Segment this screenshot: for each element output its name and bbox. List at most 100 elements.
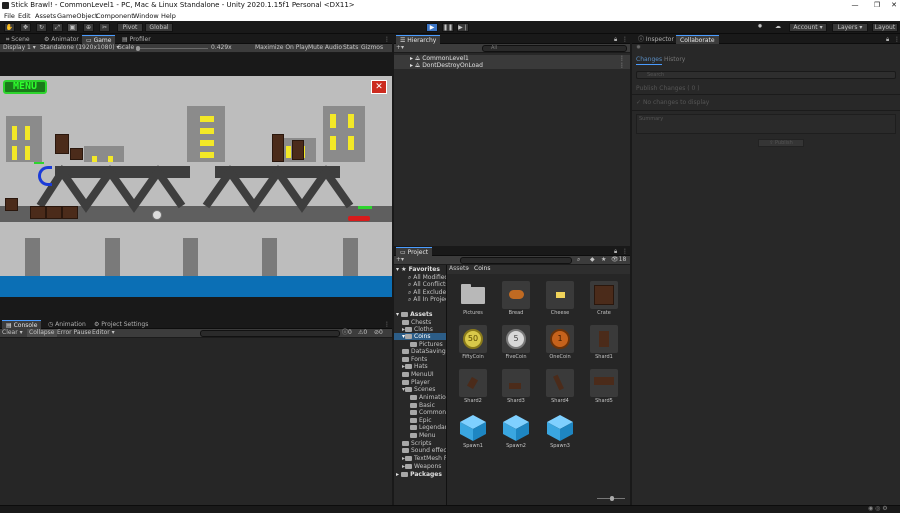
clear-button[interactable]: Clear ▾ <box>2 329 23 337</box>
menu-assets[interactable]: Assets <box>35 11 56 21</box>
collab-icon[interactable]: ✹ <box>755 23 765 32</box>
hierarchy-add-button[interactable]: +▾ <box>396 44 404 52</box>
publish-button[interactable]: ⇪ Publish <box>758 139 804 147</box>
asset-fiftycoin[interactable]: 50 FiftyCoin <box>456 325 490 361</box>
resolution-dropdown[interactable]: Standalone (1920x1080) ▾ <box>40 44 120 52</box>
error-pause-toggle[interactable]: Error Pause <box>57 329 91 337</box>
asset-crate[interactable]: Crate <box>587 281 621 317</box>
favorite-all-in-project[interactable]: ⌕ All In Project <box>408 296 451 303</box>
folder-sound-effects[interactable]: Sound effects <box>402 447 452 454</box>
layers-dropdown[interactable]: Layers ▾ <box>832 23 868 32</box>
asset-spawn1[interactable]: Spawn1 <box>456 414 490 450</box>
pause-button[interactable]: ❚❚ <box>442 23 454 32</box>
tab-inspector[interactable]: ⓘ Inspector <box>634 35 678 44</box>
mute-audio-toggle[interactable]: Mute Audio <box>308 44 342 52</box>
menu-file[interactable]: File <box>4 11 15 21</box>
menu-component[interactable]: Component <box>96 11 134 21</box>
status-icons[interactable]: ◉ ◎ ⚙ <box>868 505 888 513</box>
tab-animator[interactable]: ⚙ Animator <box>40 35 83 44</box>
game-close-button[interactable]: ✕ <box>371 80 387 94</box>
pivot-toggle[interactable]: Pivot <box>117 23 143 32</box>
folder-player[interactable]: Player <box>402 379 430 386</box>
scale-slider[interactable] <box>136 48 208 49</box>
asset-fivecoin[interactable]: 5 FiveCoin <box>499 325 533 361</box>
cloud-icon[interactable]: ☁ <box>773 23 783 32</box>
filter-type-icon[interactable]: ⌕ <box>577 256 580 264</box>
error-count[interactable]: ⊘0 <box>374 329 383 337</box>
project-search-input[interactable] <box>460 257 572 264</box>
asset-shard1[interactable]: Shard1 <box>587 325 621 361</box>
favorite-icon[interactable]: ★ <box>601 256 606 264</box>
folder-cloths[interactable]: ▸ Cloths <box>402 326 433 333</box>
asset-cheese[interactable]: Cheese <box>543 281 577 317</box>
assets-root[interactable]: ▾ Assets <box>396 311 432 318</box>
scale-slider-handle[interactable] <box>136 46 140 51</box>
folder-menu[interactable]: Menu <box>410 432 435 439</box>
maximize-button[interactable]: ❐ <box>868 0 886 11</box>
display-dropdown[interactable]: Display 1 ▾ <box>3 44 36 52</box>
transform-tool-icon[interactable]: ⊕ <box>83 23 94 32</box>
favorite-all-conflicts[interactable]: ⌕ All Conflicts <box>408 281 449 288</box>
play-button[interactable]: ▶ <box>426 23 438 32</box>
folder-basic[interactable]: Basic <box>410 402 435 409</box>
close-window-button[interactable]: ✕ <box>885 0 900 11</box>
asset-onecoin[interactable]: 1 OneCoin <box>543 325 577 361</box>
folder-fonts[interactable]: Fonts <box>402 356 427 363</box>
hidden-packages-icon[interactable]: 👁︎18 <box>611 256 626 264</box>
maximize-on-play-toggle[interactable]: Maximize On Play <box>255 44 308 52</box>
global-toggle[interactable]: Global <box>145 23 173 32</box>
tab-game[interactable]: ▭ Game <box>82 35 116 44</box>
asset-shard2[interactable]: Shard2 <box>456 369 490 405</box>
folder-legendary[interactable]: Legendary <box>410 424 451 431</box>
asset-bread[interactable]: Bread <box>499 281 533 317</box>
step-button[interactable]: ▶❘ <box>457 23 469 32</box>
favorite-all-modified[interactable]: ⌕ All Modified <box>408 274 448 281</box>
asset-pictures[interactable]: Pictures <box>456 281 490 317</box>
scene-menu-icon[interactable]: ⋮ <box>619 62 625 69</box>
breadcrumb-coins[interactable]: Coins <box>474 265 490 273</box>
project-menu-icon[interactable]: ⋮ <box>618 247 632 256</box>
asset-shard3[interactable]: Shard3 <box>499 369 533 405</box>
tab-scene[interactable]: ⌗ Scene <box>2 35 34 44</box>
rotate-tool-icon[interactable]: ↻ <box>36 23 47 32</box>
inspector-menu-icon[interactable]: ⋮ <box>890 35 900 44</box>
game-panel-menu-icon[interactable]: ⋮ <box>380 35 394 44</box>
asset-shard4[interactable]: Shard4 <box>543 369 577 405</box>
tab-console[interactable]: ▤ Console <box>2 320 42 329</box>
menu-window[interactable]: Window <box>133 11 159 21</box>
tab-project[interactable]: ▭ Project <box>396 247 433 256</box>
hierarchy-item-commonlevel1[interactable]: ▸ ⟁ CommonLevel1 <box>410 55 469 62</box>
favorite-all-excluded[interactable]: ⌕ All Excluded <box>408 289 450 296</box>
editor-dropdown[interactable]: Editor ▾ <box>92 329 115 337</box>
menu-help[interactable]: Help <box>161 11 176 21</box>
layout-dropdown[interactable]: Layout <box>872 23 898 32</box>
folder-scenes[interactable]: ▾ Scenes <box>402 386 435 393</box>
stats-toggle[interactable]: Stats <box>343 44 358 52</box>
folder-pictures[interactable]: Pictures <box>410 341 443 348</box>
changes-search-input[interactable]: Search <box>636 71 896 79</box>
folder-epic[interactable]: Epic <box>410 417 432 424</box>
breadcrumb-assets[interactable]: Assets <box>449 265 469 273</box>
game-canvas[interactable]: MENU ✕ <box>0 76 392 297</box>
summary-input[interactable]: Summary <box>636 114 896 134</box>
custom-tool-icon[interactable]: ✂ <box>99 23 110 32</box>
menu-gameobject[interactable]: GameObject <box>57 11 98 21</box>
log-count[interactable]: ⓘ0 <box>342 329 352 337</box>
menu-edit[interactable]: Edit <box>18 11 31 21</box>
asset-spawn2[interactable]: Spawn2 <box>499 414 533 450</box>
folder-weapons[interactable]: ▸ Weapons <box>402 463 441 470</box>
packages-root[interactable]: ▸ Packages <box>396 471 442 478</box>
tab-history[interactable]: History <box>664 56 685 64</box>
scene-menu-icon[interactable]: ⋮ <box>619 55 625 62</box>
collapse-toggle[interactable]: Collapse <box>27 329 57 337</box>
tab-hierarchy[interactable]: ☰ Hierarchy <box>396 35 441 44</box>
move-tool-icon[interactable]: ✥ <box>20 23 31 32</box>
favorites-header[interactable]: ▾ ★ Favorites <box>396 266 440 273</box>
rect-tool-icon[interactable]: ▣ <box>67 23 78 32</box>
console-search-input[interactable] <box>200 330 340 337</box>
folder-scripts[interactable]: Scripts <box>402 440 432 447</box>
hierarchy-search-input[interactable]: All <box>482 45 627 52</box>
gizmos-dropdown[interactable]: Gizmos <box>361 44 383 52</box>
icon-size-slider-handle[interactable] <box>610 496 614 501</box>
minimize-button[interactable]: — <box>846 0 864 11</box>
